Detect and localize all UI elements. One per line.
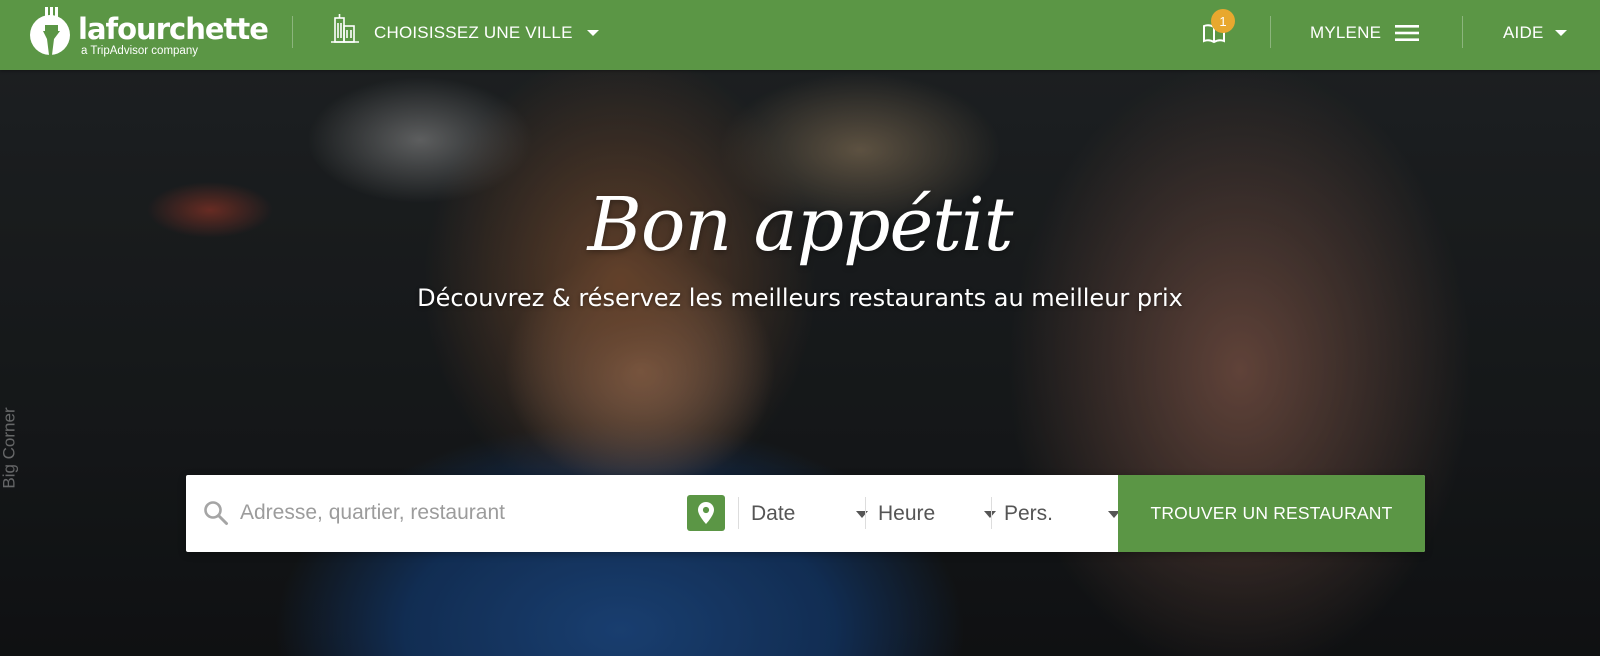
field-divider	[865, 497, 866, 529]
field-divider	[738, 497, 739, 529]
hero-photo-overlay	[0, 70, 1600, 656]
chevron-down-icon	[856, 511, 868, 518]
hamburger-menu-icon	[1395, 25, 1420, 41]
chevron-down-icon	[586, 30, 599, 36]
hero-banner: Bon appétit Découvrez & réservez les mei…	[0, 70, 1600, 656]
header-divider	[1270, 16, 1271, 48]
chevron-down-icon	[1555, 30, 1568, 36]
field-divider	[991, 497, 992, 529]
hero-subtitle: Découvrez & réservez les meilleurs resta…	[417, 284, 1183, 312]
hero-title: Bon appétit	[587, 182, 1014, 268]
header-divider	[1462, 16, 1463, 48]
time-select-value: Heure	[878, 501, 936, 525]
user-menu[interactable]: MYLENE	[1310, 0, 1420, 66]
geolocate-button[interactable]	[687, 495, 725, 531]
party-size-select-value: Pers.	[1004, 501, 1054, 525]
date-select[interactable]: Date	[751, 475, 868, 552]
location-pin-icon	[698, 502, 714, 524]
time-select[interactable]: Heure	[878, 475, 996, 552]
date-select-value: Date	[751, 501, 796, 525]
find-restaurant-button[interactable]: TROUVER UN RESTAURANT	[1118, 475, 1425, 552]
party-size-select[interactable]: Pers.	[1004, 475, 1120, 552]
fork-logo-icon	[30, 7, 70, 55]
user-name: MYLENE	[1310, 23, 1382, 42]
search-input[interactable]	[240, 493, 670, 533]
photo-credit: Big Corner	[0, 407, 19, 489]
city-buildings-icon	[331, 14, 359, 43]
restaurant-search-form: Date Heure Pers. TROUVER UN RESTAURANT	[186, 475, 1425, 552]
header-divider	[292, 16, 293, 48]
logo-wordmark: lafourchette	[78, 12, 269, 46]
help-label: AIDE	[1503, 23, 1544, 42]
lafourchette-logo[interactable]: lafourchette a TripAdvisor company	[28, 5, 269, 65]
help-menu[interactable]: AIDE	[1503, 0, 1568, 66]
city-selector-label: CHOISISSEZ UNE VILLE	[374, 23, 573, 42]
top-navigation-bar: lafourchette a TripAdvisor company CHOIS…	[0, 0, 1600, 70]
city-selector[interactable]: CHOISISSEZ UNE VILLE	[330, 0, 599, 66]
logo-tagline: a TripAdvisor company	[81, 45, 198, 57]
chevron-down-icon	[984, 511, 996, 518]
notification-badge: 1	[1211, 9, 1235, 33]
search-icon	[204, 501, 228, 525]
